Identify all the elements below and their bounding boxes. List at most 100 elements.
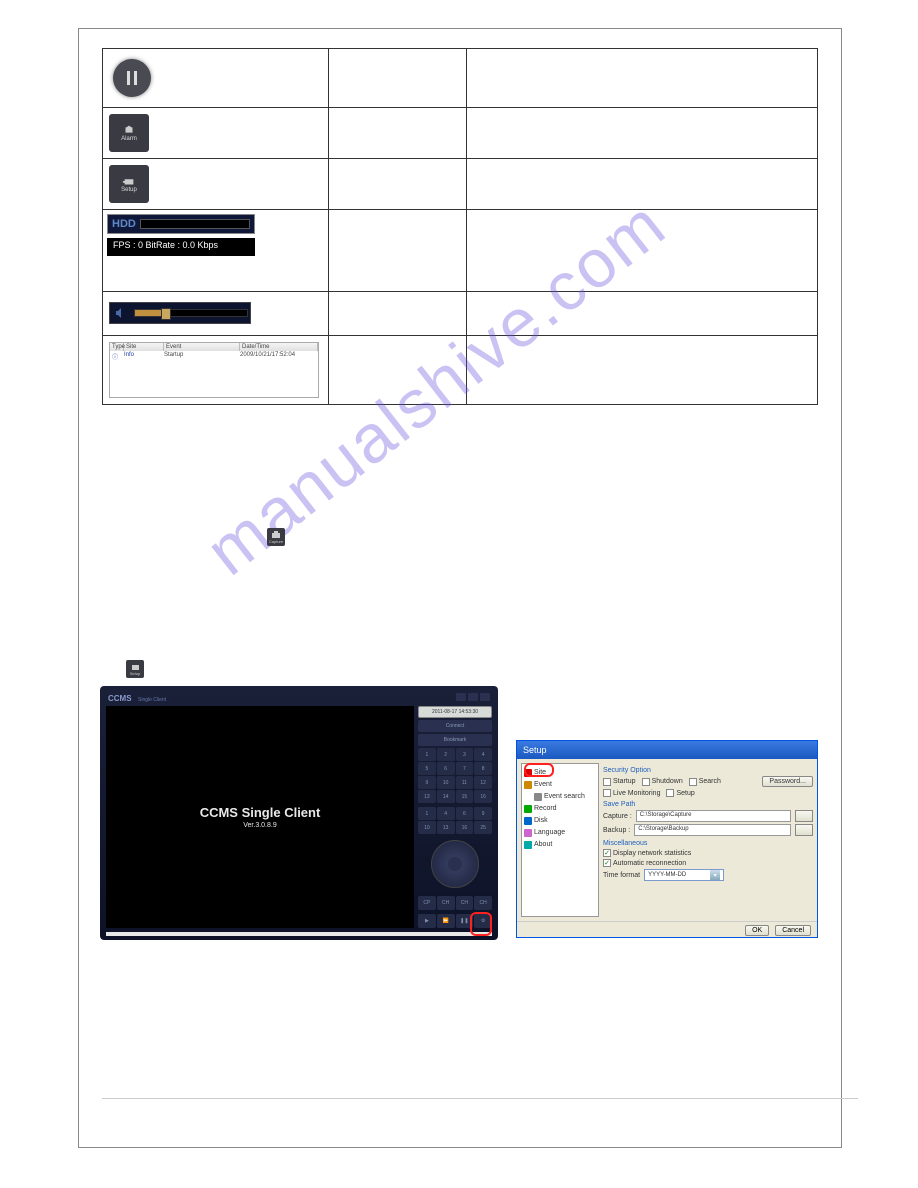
hdd-capacity-bar xyxy=(140,219,250,229)
channel-btn[interactable]: 16 xyxy=(474,790,492,803)
layout-btn[interactable]: 10 xyxy=(418,821,436,834)
time-format-label: Time format xyxy=(603,872,640,879)
channel-btn[interactable]: 12 xyxy=(474,776,492,789)
tree-site[interactable]: Site xyxy=(524,767,596,779)
language-icon xyxy=(524,829,532,837)
backup-label: Backup : xyxy=(603,827,630,834)
layout-btn[interactable]: 6 xyxy=(456,807,474,820)
ccms-log-panel xyxy=(106,932,492,936)
minimize-button[interactable] xyxy=(456,693,466,701)
transport-btn[interactable]: CH xyxy=(437,896,455,910)
site-icon xyxy=(524,769,532,777)
ccms-titlebar: CCMS Single Client xyxy=(104,690,494,704)
alarm-icon xyxy=(122,124,136,136)
chk-auto-reconnect[interactable]: Automatic reconnection xyxy=(603,859,813,867)
capture-button-inline[interactable]: Capture xyxy=(267,528,285,546)
channel-btn[interactable]: 4 xyxy=(474,748,492,761)
setup-button[interactable]: Setup xyxy=(109,165,149,203)
app-version: Ver.3.0.8.9 xyxy=(243,822,276,829)
maximize-button[interactable] xyxy=(468,693,478,701)
video-area: CCMS Single Client Ver.3.0.8.9 xyxy=(106,706,414,928)
log-cell-time: 2009/10/21/17:52:04 xyxy=(240,352,318,361)
speaker-icon[interactable] xyxy=(112,305,130,321)
setup-button-inline[interactable]: Setup xyxy=(126,660,144,678)
ccms-logo: CCMS xyxy=(108,694,132,703)
play-btn[interactable]: ▶ xyxy=(418,914,436,928)
channel-btn[interactable]: 7 xyxy=(456,762,474,775)
chk-shutdown[interactable]: Shutdown xyxy=(642,778,683,786)
volume-thumb[interactable] xyxy=(161,308,171,320)
pause-button[interactable] xyxy=(113,59,151,97)
tree-language[interactable]: Language xyxy=(524,827,596,839)
log-header: Type Site Event Date/Time xyxy=(110,343,318,351)
tree-disk[interactable]: Disk xyxy=(524,815,596,827)
setup-inline-label: Setup xyxy=(130,671,140,676)
channel-btn[interactable]: 13 xyxy=(418,790,436,803)
connect-tab[interactable]: Connect xyxy=(418,720,492,732)
channel-btn[interactable]: 1 xyxy=(418,748,436,761)
channel-btn[interactable]: 9 xyxy=(418,776,436,789)
security-heading: Security Option xyxy=(603,767,813,774)
datetime-display: 2011-08-17 14:53:30 xyxy=(418,706,492,718)
channel-btn[interactable]: 15 xyxy=(456,790,474,803)
browse-capture[interactable] xyxy=(795,810,813,822)
layout-btn[interactable]: 25 xyxy=(474,821,492,834)
alarm-button[interactable]: Alarm xyxy=(109,114,149,152)
time-format-value: YYYY-MM-DD xyxy=(648,872,686,878)
volume-control[interactable] xyxy=(109,302,251,324)
tree-event[interactable]: Event xyxy=(524,779,596,791)
transport-row-1: CP CH CH CH xyxy=(418,896,492,910)
layout-btn[interactable]: 16 xyxy=(456,821,474,834)
forward-btn[interactable]: ⏩ xyxy=(437,914,455,928)
browse-backup[interactable] xyxy=(795,824,813,836)
layout-btn[interactable]: 1 xyxy=(418,807,436,820)
alarm-label: Alarm xyxy=(121,136,137,142)
setup-btn[interactable]: ⚙ xyxy=(474,914,492,928)
channel-btn[interactable]: 14 xyxy=(437,790,455,803)
backup-path-input[interactable]: C:\Storage\Backup xyxy=(634,824,791,836)
transport-row-2: ▶ ⏩ ❚❚ ⚙ xyxy=(418,914,492,928)
hdd-indicator: HDD xyxy=(107,214,255,234)
channel-btn[interactable]: 6 xyxy=(437,762,455,775)
setup-inline-icon xyxy=(130,663,140,671)
pause-btn[interactable]: ❚❚ xyxy=(456,914,474,928)
setup-label: Setup xyxy=(121,187,137,193)
transport-btn[interactable]: CH xyxy=(456,896,474,910)
chk-setup[interactable]: Setup xyxy=(666,789,694,797)
chk-net-stats[interactable]: Display network statistics xyxy=(603,849,813,857)
event-icon xyxy=(524,781,532,789)
time-format-combo[interactable]: YYYY-MM-DD ▾ xyxy=(644,869,724,881)
bookmark-tab[interactable]: Bookmark xyxy=(418,734,492,746)
channel-btn[interactable]: 2 xyxy=(437,748,455,761)
channel-btn[interactable]: 11 xyxy=(456,776,474,789)
tree-record[interactable]: Record xyxy=(524,803,596,815)
chk-live[interactable]: Live Monitoring xyxy=(603,789,660,797)
channel-btn[interactable]: 5 xyxy=(418,762,436,775)
layout-btn[interactable]: 4 xyxy=(437,807,455,820)
tree-event-search[interactable]: Event search xyxy=(524,791,596,803)
log-col-datetime: Date/Time xyxy=(240,343,318,351)
capture-path-input[interactable]: C:\Storage\Capture xyxy=(636,810,791,822)
close-button[interactable] xyxy=(480,693,490,701)
chk-startup[interactable]: Startup xyxy=(603,778,636,786)
password-button[interactable]: Password... xyxy=(762,776,813,787)
app-title: CCMS Single Client xyxy=(200,805,321,820)
tree-about[interactable]: About xyxy=(524,839,596,851)
layout-btn[interactable]: 9 xyxy=(474,807,492,820)
layout-btn[interactable]: 13 xyxy=(437,821,455,834)
chevron-down-icon: ▾ xyxy=(710,870,720,880)
setup-dialog: Setup Site Event Event search Record Dis… xyxy=(516,740,818,938)
channel-btn[interactable]: 10 xyxy=(437,776,455,789)
channel-btn[interactable]: 3 xyxy=(456,748,474,761)
event-search-icon xyxy=(534,793,542,801)
ptz-jog-wheel[interactable]: PT xyxy=(431,840,479,888)
transport-btn[interactable]: CH xyxy=(474,896,492,910)
log-row[interactable]: ⓘ Info Startup 2009/10/21/17:52:04 xyxy=(110,351,318,362)
transport-btn[interactable]: CP xyxy=(418,896,436,910)
ok-button[interactable]: OK xyxy=(745,925,769,936)
chk-search[interactable]: Search xyxy=(689,778,721,786)
setup-tree: Site Event Event search Record Disk Lang… xyxy=(521,763,599,917)
volume-slider[interactable] xyxy=(134,309,248,317)
cancel-button[interactable]: Cancel xyxy=(775,925,811,936)
channel-btn[interactable]: 8 xyxy=(474,762,492,775)
